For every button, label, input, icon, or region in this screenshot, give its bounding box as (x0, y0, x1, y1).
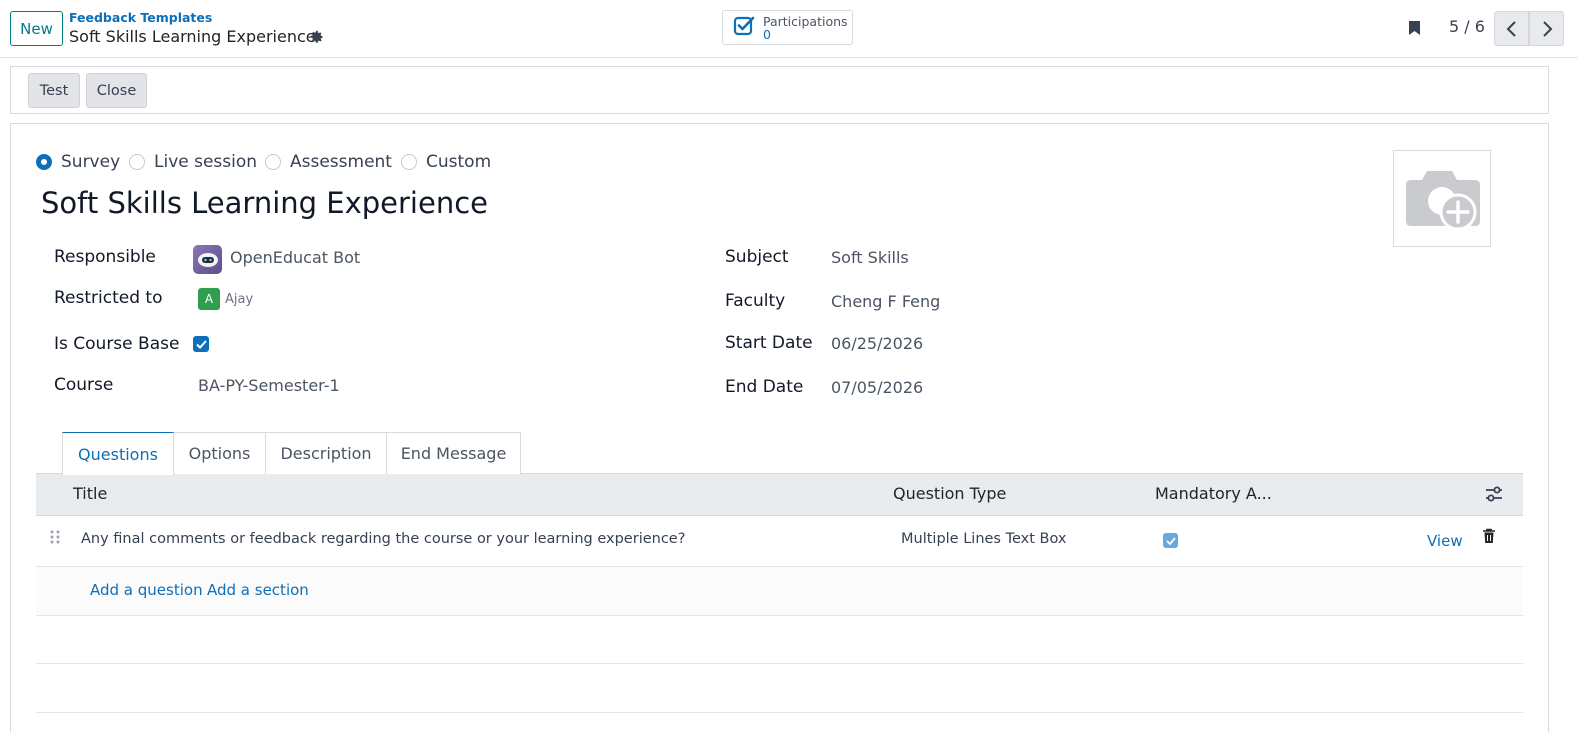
status-bar (10, 66, 1549, 114)
radio-live-session-label[interactable]: Live session (154, 152, 257, 172)
course-label: Course (54, 375, 114, 395)
participations-count: 0 (763, 27, 771, 42)
chevron-right-icon (1542, 20, 1552, 37)
mandatory-checkbox[interactable] (1163, 533, 1178, 548)
tab-questions[interactable]: Questions (62, 432, 174, 475)
column-question-type[interactable]: Question Type (893, 484, 1006, 503)
column-title[interactable]: Title (73, 484, 107, 503)
faculty-label: Faculty (725, 291, 786, 311)
is-course-base-label: Is Course Base (54, 334, 180, 354)
breadcrumb-current: Soft Skills Learning Experience (69, 27, 316, 46)
pager-previous-button[interactable] (1494, 11, 1529, 46)
tag-avatar: A (198, 288, 220, 310)
camera-plus-icon (1406, 171, 1480, 231)
record-title[interactable]: Soft Skills Learning Experience (41, 186, 488, 220)
tab-description[interactable]: Description (265, 432, 387, 474)
empty-row (36, 616, 1523, 664)
question-type[interactable]: Multiple Lines Text Box (901, 531, 1066, 547)
end-date-label: End Date (725, 377, 804, 397)
faculty-value[interactable]: Cheng F Feng (831, 292, 940, 311)
responsible-value[interactable]: OpenEducat Bot (230, 248, 360, 267)
close-button[interactable]: Close (86, 73, 147, 108)
settings-sliders-icon[interactable] (1485, 486, 1503, 502)
questions-table-header (36, 474, 1523, 516)
question-title[interactable]: Any final comments or feedback regarding… (81, 531, 685, 547)
empty-row (36, 664, 1523, 713)
participations-label: Participations (763, 14, 848, 29)
robot-icon (197, 252, 218, 267)
responsible-label: Responsible (54, 247, 156, 267)
start-date-label: Start Date (725, 333, 813, 353)
radio-custom[interactable] (401, 154, 417, 170)
trash-icon[interactable] (1482, 528, 1496, 544)
restricted-to-label: Restricted to (54, 288, 163, 308)
pager-value[interactable]: 5 / 6 (1449, 17, 1485, 36)
checkbox-icon (733, 16, 755, 36)
radio-survey-label[interactable]: Survey (61, 152, 120, 172)
start-date-value[interactable]: 06/25/2026 (831, 334, 923, 353)
new-button[interactable]: New (10, 11, 63, 46)
end-date-value[interactable]: 07/05/2026 (831, 378, 923, 397)
test-button[interactable]: Test (28, 73, 80, 108)
subject-label: Subject (725, 247, 789, 267)
radio-assessment-label[interactable]: Assessment (290, 152, 392, 172)
radio-assessment[interactable] (265, 154, 281, 170)
radio-live-session[interactable] (129, 154, 145, 170)
tab-options[interactable]: Options (173, 432, 266, 474)
is-course-base-checkbox[interactable] (193, 336, 209, 352)
breadcrumb-parent[interactable]: Feedback Templates (69, 10, 212, 25)
gear-icon[interactable] (310, 30, 324, 44)
add-question-link[interactable]: Add a question (90, 581, 203, 599)
restricted-to-tag[interactable]: Ajay (225, 292, 253, 307)
check-icon (1165, 536, 1176, 545)
avatar (193, 245, 222, 274)
image-upload[interactable] (1393, 150, 1491, 247)
add-section-link[interactable]: Add a section (207, 581, 309, 599)
course-value[interactable]: BA-PY-Semester-1 (198, 376, 340, 395)
tab-end-message[interactable]: End Message (386, 432, 521, 474)
view-link[interactable]: View (1427, 532, 1463, 550)
chevron-left-icon (1506, 20, 1516, 37)
bookmark-icon[interactable] (1408, 20, 1421, 36)
check-icon (195, 339, 207, 349)
subject-value[interactable]: Soft Skills (831, 248, 909, 267)
column-mandatory[interactable]: Mandatory A... (1155, 484, 1272, 503)
drag-handle-icon[interactable] (50, 530, 60, 544)
radio-custom-label[interactable]: Custom (426, 152, 491, 172)
radio-survey[interactable] (36, 154, 52, 170)
pager-next-button[interactable] (1529, 11, 1564, 46)
